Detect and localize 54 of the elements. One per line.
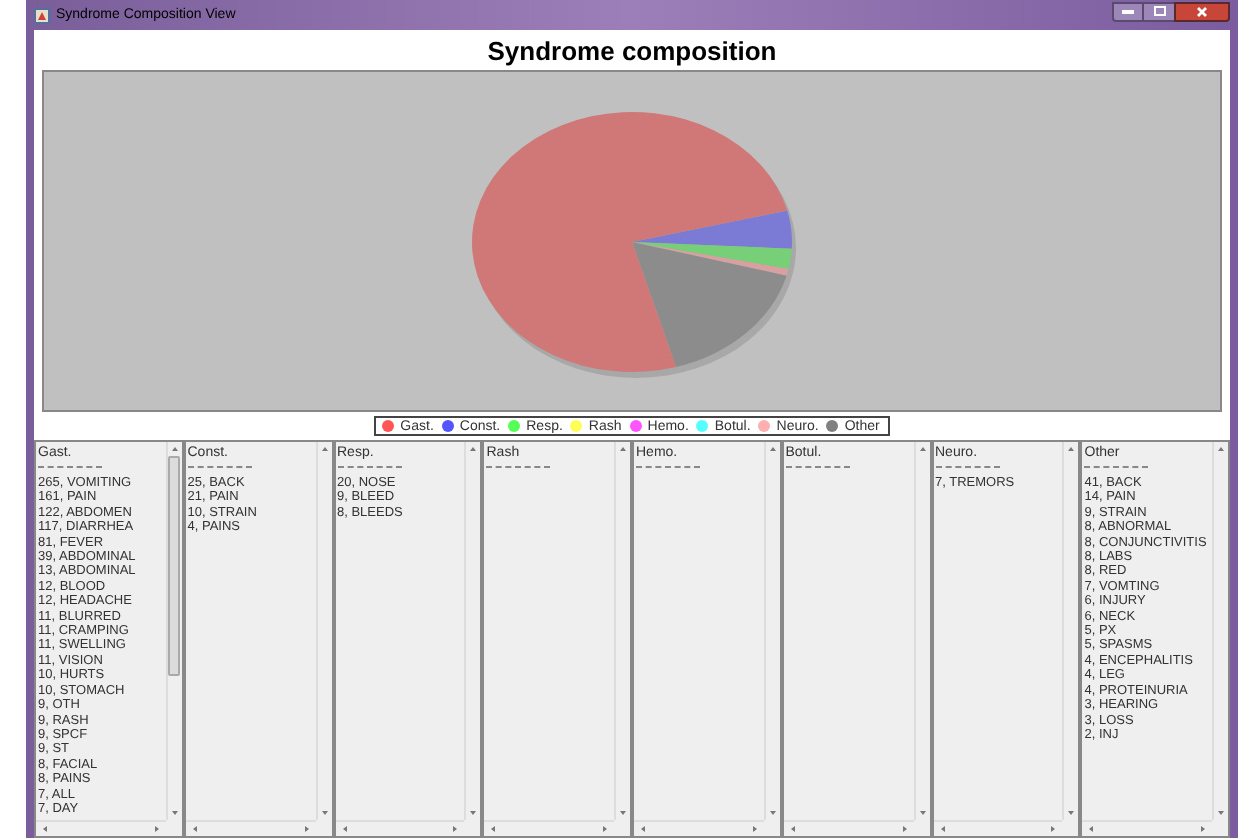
close-icon — [1196, 5, 1208, 17]
down-arrow-icon[interactable] — [169, 808, 180, 818]
up-arrow-icon[interactable] — [169, 444, 180, 454]
vertical-scrollbar[interactable] — [1212, 442, 1228, 820]
up-arrow-icon[interactable] — [767, 444, 778, 454]
horizontal-scrollbar[interactable] — [634, 820, 764, 836]
down-arrow-icon[interactable] — [618, 808, 628, 818]
left-arrow-icon[interactable] — [339, 824, 349, 834]
right-arrow-icon[interactable] — [600, 824, 610, 834]
left-arrow-icon[interactable] — [638, 824, 648, 834]
vertical-scrollbar[interactable] — [464, 442, 481, 820]
vertical-scrollbar[interactable] — [763, 442, 780, 820]
up-arrow-icon[interactable] — [618, 444, 628, 454]
right-arrow-icon[interactable] — [301, 824, 311, 834]
right-arrow-icon[interactable] — [749, 824, 760, 834]
down-arrow-icon[interactable] — [1216, 808, 1226, 818]
left-arrow-icon[interactable] — [787, 824, 798, 834]
left-arrow-icon[interactable] — [189, 824, 200, 834]
minimize-button[interactable] — [1112, 1, 1144, 21]
up-arrow-icon[interactable] — [319, 444, 329, 454]
close-button[interactable] — [1174, 1, 1230, 21]
horizontal-scrollbar[interactable] — [185, 820, 315, 836]
up-arrow-icon[interactable] — [1066, 444, 1077, 454]
horizontal-scrollbar[interactable] — [1082, 820, 1212, 836]
vertical-scrollbar[interactable] — [315, 442, 331, 820]
down-arrow-icon[interactable] — [767, 808, 778, 818]
up-arrow-icon[interactable] — [1216, 444, 1226, 454]
horizontal-scrollbar[interactable] — [783, 820, 913, 836]
down-arrow-icon[interactable] — [468, 808, 479, 818]
chart-title: Syndrome composition — [485, 34, 779, 70]
right-arrow-icon[interactable] — [899, 824, 909, 834]
vertical-scrollbar[interactable] — [913, 442, 929, 820]
right-arrow-icon[interactable] — [151, 824, 162, 834]
vertical-scrollbar[interactable] — [1062, 442, 1079, 820]
horizontal-scrollbar[interactable] — [484, 820, 614, 836]
down-arrow-icon[interactable] — [917, 808, 927, 818]
down-arrow-icon[interactable] — [1066, 808, 1077, 818]
horizontal-scrollbar[interactable] — [36, 820, 166, 836]
left-arrow-icon[interactable] — [40, 824, 50, 834]
horizontal-scrollbar[interactable] — [335, 820, 465, 836]
left-arrow-icon[interactable] — [937, 824, 947, 834]
maximize-button[interactable] — [1144, 1, 1174, 21]
down-arrow-icon[interactable] — [319, 808, 329, 818]
vertical-scrollbar[interactable] — [614, 442, 630, 820]
vertical-scrollbar[interactable] — [165, 442, 182, 820]
horizontal-scrollbar[interactable] — [933, 820, 1063, 836]
left-arrow-icon[interactable] — [488, 824, 499, 834]
up-arrow-icon[interactable] — [917, 444, 927, 454]
right-arrow-icon[interactable] — [1048, 824, 1059, 834]
left-arrow-icon[interactable] — [1086, 824, 1097, 834]
right-arrow-icon[interactable] — [450, 824, 461, 834]
up-arrow-icon[interactable] — [468, 444, 479, 454]
app-icon — [34, 7, 50, 23]
right-arrow-icon[interactable] — [1198, 824, 1208, 834]
